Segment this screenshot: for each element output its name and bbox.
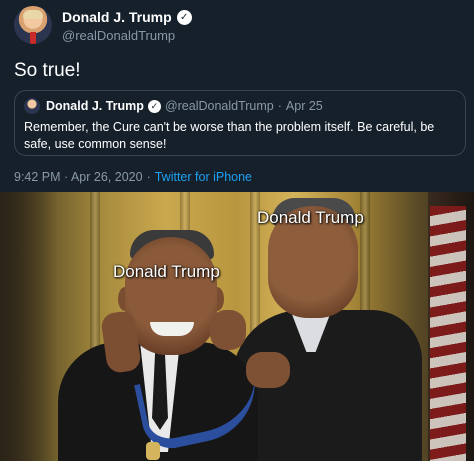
- author-handle[interactable]: @realDonaldTrump: [62, 28, 175, 43]
- tweet-timestamp[interactable]: 9:42 PM · Apr 26, 2020: [14, 170, 143, 184]
- meme-image[interactable]: Donald Trump Donald Trump: [0, 192, 474, 461]
- quoted-verified-badge-icon: ✓: [147, 99, 161, 113]
- quoted-avatar[interactable]: [24, 98, 40, 114]
- right-person-hand: [210, 310, 246, 350]
- tweet-source-link[interactable]: Twitter for iPhone: [155, 170, 252, 184]
- flag: [430, 206, 466, 461]
- meme-caption-left: Donald Trump: [113, 262, 220, 281]
- left-shadow: [0, 192, 58, 461]
- tweet-meta: 9:42 PM · Apr 26, 2020 · Twitter for iPh…: [14, 170, 252, 184]
- author-name-row[interactable]: Donald J. Trump ✓: [62, 9, 192, 25]
- avatar-tie: [30, 32, 36, 44]
- quoted-display-name[interactable]: Donald J. Trump: [46, 99, 144, 113]
- meta-separator: ·: [146, 170, 151, 184]
- quoted-header: Donald J. Trump ✓ @realDonaldTrump · Apr…: [46, 99, 323, 113]
- quoted-text: Remember, the Cure can't be worse than t…: [24, 120, 435, 151]
- author-display-name[interactable]: Donald J. Trump: [62, 9, 172, 25]
- tweet-text: So true!: [14, 60, 81, 81]
- quoted-tweet[interactable]: Donald J. Trump ✓ @realDonaldTrump · Apr…: [14, 90, 466, 156]
- quoted-separator: ·: [277, 99, 282, 113]
- medal: [146, 442, 160, 460]
- meme-caption-right: Donald Trump: [257, 208, 364, 227]
- right-person-hand: [246, 352, 290, 388]
- quoted-date[interactable]: Apr 25: [286, 99, 323, 113]
- tweet-card: Donald J. Trump ✓ @realDonaldTrump So tr…: [0, 0, 474, 192]
- avatar-hair: [23, 10, 43, 19]
- profile-avatar[interactable]: [14, 6, 52, 44]
- quoted-handle: @realDonaldTrump: [164, 99, 274, 113]
- verified-badge-icon: ✓: [176, 9, 192, 25]
- left-person-head: [125, 237, 217, 355]
